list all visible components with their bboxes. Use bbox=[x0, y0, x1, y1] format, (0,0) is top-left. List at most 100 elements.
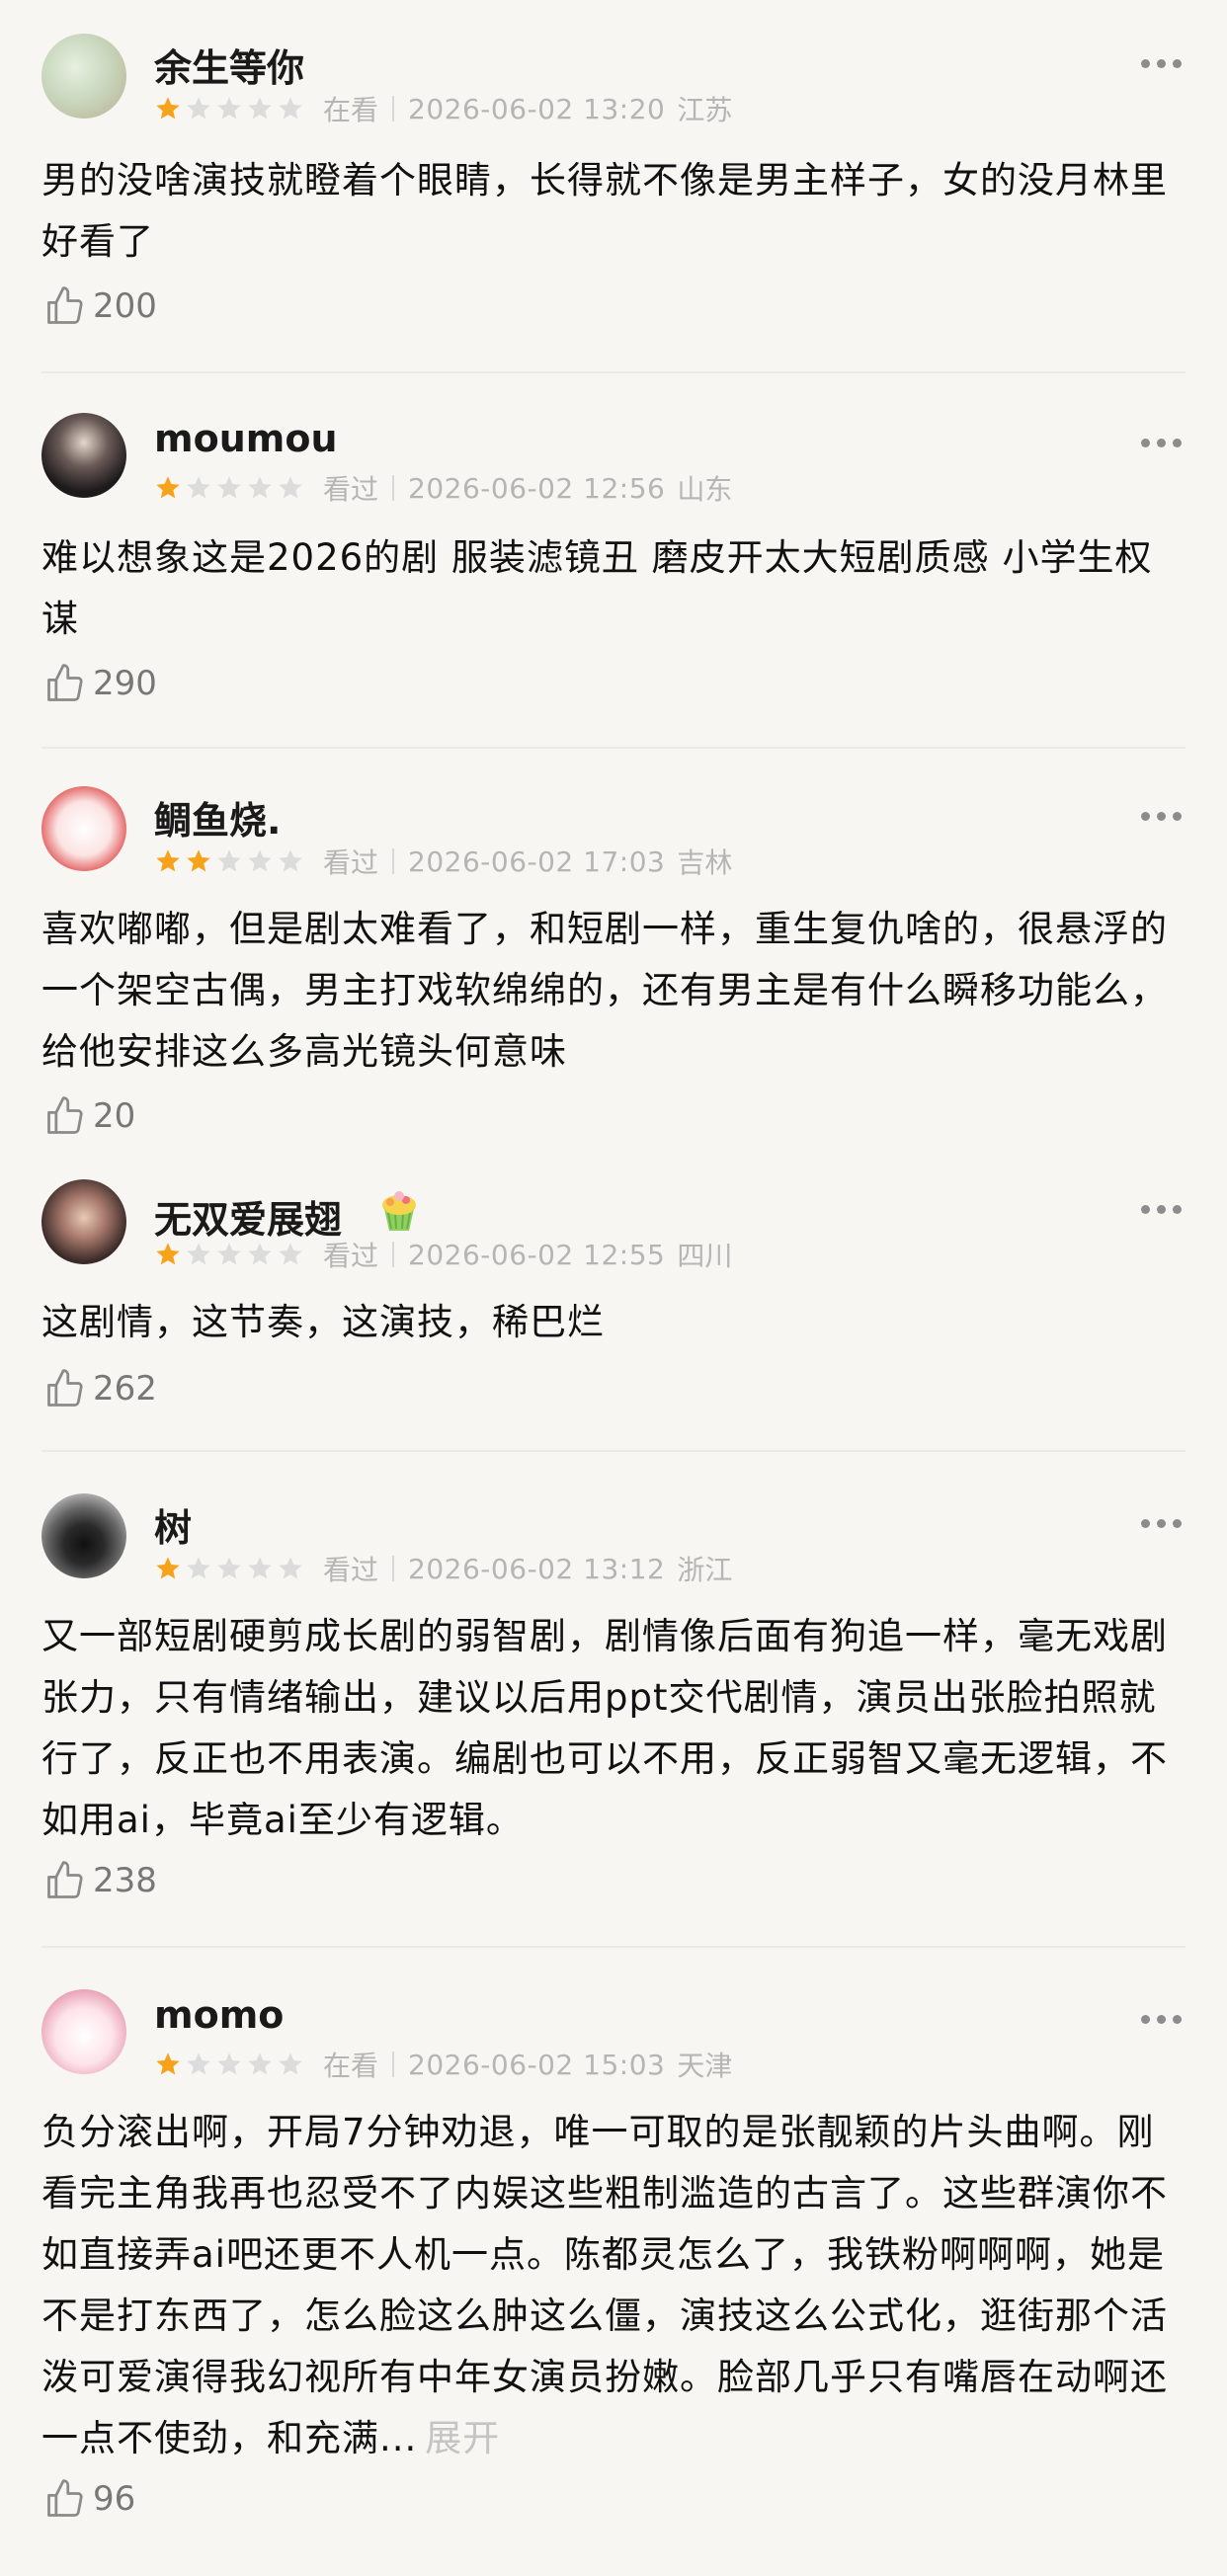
star-filled-icon bbox=[156, 476, 180, 499]
divider bbox=[41, 371, 1186, 373]
star-empty-icon bbox=[248, 97, 272, 120]
divider bbox=[41, 747, 1186, 749]
star-filled-icon bbox=[187, 849, 210, 872]
like-count: 262 bbox=[93, 1369, 157, 1409]
more-options-icon[interactable] bbox=[1141, 59, 1182, 68]
like-button[interactable]: 262 bbox=[43, 1367, 157, 1410]
star-filled-icon bbox=[156, 1557, 180, 1579]
review-text[interactable]: 喜欢嘟嘟，但是剧太难看了，和短剧一样，重生复仇啥的，很悬浮的一个架空古偶，男主打… bbox=[41, 899, 1187, 1083]
watch-status: 在看 bbox=[323, 2050, 379, 2082]
more-options-icon[interactable] bbox=[1141, 439, 1182, 447]
star-empty-icon bbox=[279, 2053, 302, 2075]
star-empty-icon bbox=[279, 476, 302, 499]
star-filled-icon bbox=[156, 849, 180, 872]
thumbs-up-icon bbox=[47, 286, 83, 324]
star-empty-icon bbox=[248, 1557, 272, 1579]
review-text[interactable]: 男的没啥演技就瞪着个眼睛，长得就不像是男主样子，女的没月林里好看了 bbox=[41, 150, 1187, 273]
avatar[interactable] bbox=[41, 1179, 126, 1264]
rating-stars bbox=[154, 847, 307, 875]
username[interactable]: moumou bbox=[154, 417, 338, 460]
username[interactable]: 余生等你 bbox=[154, 38, 304, 92]
meta-divider bbox=[392, 848, 395, 874]
thumbs-up-icon bbox=[47, 1369, 83, 1407]
star-empty-icon bbox=[279, 1243, 302, 1265]
avatar[interactable] bbox=[41, 413, 126, 498]
thumbs-up-icon bbox=[47, 1861, 83, 1898]
like-count: 238 bbox=[93, 1861, 157, 1900]
rating-stars bbox=[154, 474, 307, 502]
review-text[interactable]: 难以想象这是2026的剧 服装滤镜丑 磨皮开太大短剧质感 小学生权谋 bbox=[41, 527, 1187, 650]
rating-stars bbox=[154, 1241, 307, 1268]
avatar[interactable] bbox=[41, 1493, 126, 1578]
like-button[interactable]: 238 bbox=[43, 1859, 157, 1902]
more-options-icon[interactable] bbox=[1141, 812, 1182, 821]
review-meta: 在看 2026-06-02 13:20 江苏 bbox=[154, 89, 732, 128]
star-empty-icon bbox=[187, 1557, 210, 1579]
avatar[interactable] bbox=[41, 34, 126, 119]
star-filled-icon bbox=[156, 1243, 180, 1265]
like-count: 200 bbox=[93, 286, 157, 326]
location: 四川 bbox=[677, 1240, 733, 1272]
expand-link[interactable]: 展开 bbox=[425, 2417, 500, 2459]
star-empty-icon bbox=[248, 2053, 272, 2075]
more-options-icon[interactable] bbox=[1141, 1205, 1182, 1214]
review-text[interactable]: 负分滚出啊，开局7分钟劝退，唯一可取的是张靓颖的片头曲啊。刚看完主角我再也忍受不… bbox=[41, 2102, 1187, 2469]
watch-status: 看过 bbox=[323, 846, 379, 879]
star-filled-icon bbox=[156, 97, 180, 120]
like-count: 20 bbox=[93, 1096, 136, 1136]
timestamp: 2026-06-02 13:12 bbox=[408, 1552, 666, 1585]
review-meta: 看过 2026-06-02 17:03 吉林 bbox=[154, 842, 732, 881]
timestamp: 2026-06-02 12:55 bbox=[408, 1238, 666, 1271]
cupcake-badge-icon bbox=[382, 1191, 417, 1231]
watch-status: 在看 bbox=[323, 94, 379, 126]
watch-status: 看过 bbox=[323, 473, 379, 506]
watch-status: 看过 bbox=[323, 1240, 379, 1272]
thumbs-up-icon bbox=[47, 664, 83, 701]
watch-status: 看过 bbox=[323, 1554, 379, 1586]
more-options-icon[interactable] bbox=[1141, 2015, 1182, 2024]
star-empty-icon bbox=[279, 849, 302, 872]
divider bbox=[41, 1946, 1186, 1948]
username[interactable]: momo bbox=[154, 1993, 284, 2037]
star-empty-icon bbox=[187, 2053, 210, 2075]
star-empty-icon bbox=[217, 849, 241, 872]
more-options-icon[interactable] bbox=[1141, 1519, 1182, 1528]
star-empty-icon bbox=[187, 476, 210, 499]
avatar[interactable] bbox=[41, 786, 126, 871]
like-button[interactable]: 200 bbox=[43, 284, 157, 328]
meta-divider bbox=[392, 475, 395, 501]
like-button[interactable]: 20 bbox=[43, 1094, 135, 1138]
review-meta: 在看 2026-06-02 15:03 天津 bbox=[154, 2045, 732, 2084]
timestamp: 2026-06-02 15:03 bbox=[408, 2048, 666, 2081]
location: 浙江 bbox=[677, 1554, 733, 1586]
star-empty-icon bbox=[217, 1557, 241, 1579]
timestamp: 2026-06-02 12:56 bbox=[408, 471, 666, 505]
star-empty-icon bbox=[248, 476, 272, 499]
meta-divider bbox=[392, 96, 395, 121]
star-empty-icon bbox=[279, 1557, 302, 1579]
star-empty-icon bbox=[217, 476, 241, 499]
meta-divider bbox=[392, 1556, 395, 1581]
location: 吉林 bbox=[677, 846, 733, 879]
like-button[interactable]: 290 bbox=[43, 662, 157, 705]
star-empty-icon bbox=[248, 1243, 272, 1265]
rating-stars bbox=[154, 1555, 307, 1582]
meta-divider bbox=[392, 1242, 395, 1267]
like-count: 96 bbox=[93, 2479, 136, 2519]
avatar[interactable] bbox=[41, 1989, 126, 2074]
rating-stars bbox=[154, 95, 307, 122]
location: 天津 bbox=[677, 2050, 733, 2082]
username[interactable]: 鲷鱼烧. bbox=[154, 790, 281, 845]
review-text[interactable]: 又一部短剧硬剪成长剧的弱智剧，剧情像后面有狗追一样，毫无戏剧张力，只有情绪输出，… bbox=[41, 1606, 1187, 1851]
rating-stars bbox=[154, 2051, 307, 2078]
review-text[interactable]: 这剧情，这节奏，这演技，稀巴烂 bbox=[41, 1292, 1187, 1353]
star-empty-icon bbox=[217, 1243, 241, 1265]
like-button[interactable]: 96 bbox=[43, 2477, 135, 2521]
star-empty-icon bbox=[187, 1243, 210, 1265]
star-empty-icon bbox=[187, 97, 210, 120]
timestamp: 2026-06-02 17:03 bbox=[408, 845, 666, 878]
username[interactable]: 树 bbox=[154, 1497, 192, 1552]
star-empty-icon bbox=[279, 97, 302, 120]
star-empty-icon bbox=[217, 2053, 241, 2075]
timestamp: 2026-06-02 13:20 bbox=[408, 92, 666, 125]
